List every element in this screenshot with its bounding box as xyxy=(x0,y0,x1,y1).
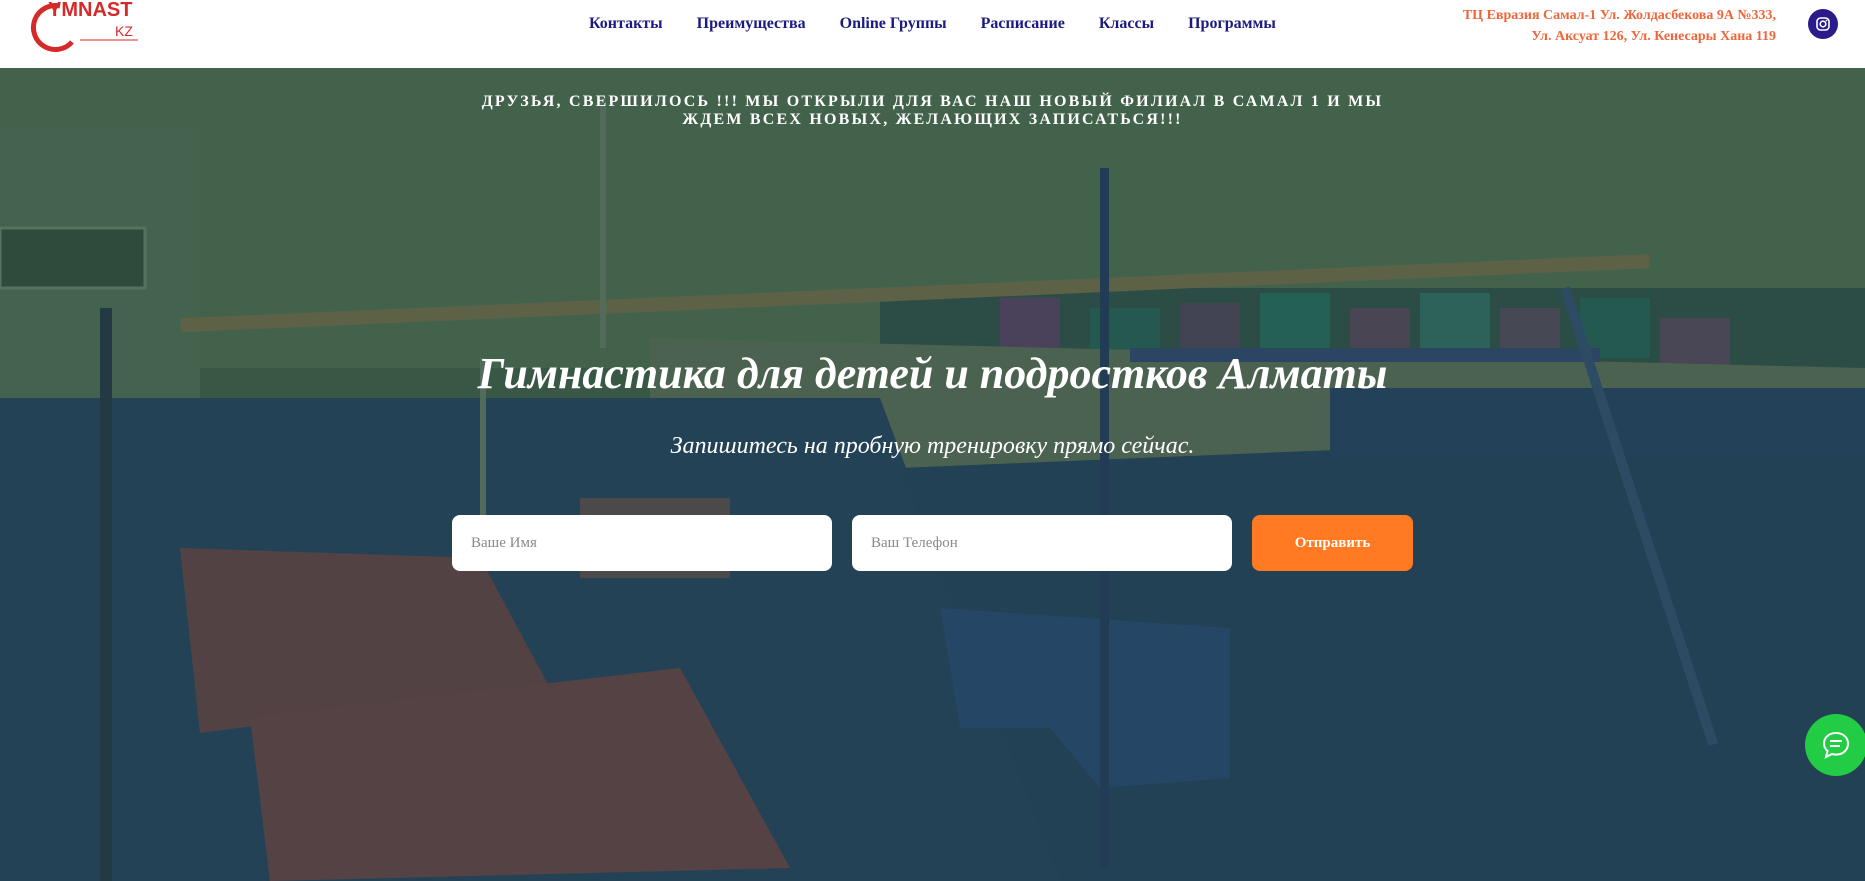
site-header: YMNAST KZ Контакты Преимущества Online Г… xyxy=(0,0,1865,68)
gymnast-logo[interactable]: YMNAST KZ xyxy=(20,0,150,58)
nav-advantages[interactable]: Преимущества xyxy=(697,15,806,33)
logo-sub: KZ xyxy=(115,23,133,39)
main-nav: Контакты Преимущества Online Группы Расп… xyxy=(589,0,1310,48)
hero-subtitle: Запишитесь на пробную тренировку прямо с… xyxy=(670,433,1195,459)
hero-title: Гимнастика для детей и подростков Алматы xyxy=(477,349,1388,398)
submit-button[interactable]: Отправить xyxy=(1252,515,1413,571)
address-line-2: Ул. Аксуат 126, Ул. Кенесары Хана 119 xyxy=(1531,29,1776,44)
logo-graphic: YMNAST KZ xyxy=(30,0,138,53)
nav-programs[interactable]: Программы xyxy=(1188,15,1276,33)
nav-online-groups[interactable]: Online Группы xyxy=(840,15,947,33)
chat-icon xyxy=(1822,731,1850,759)
announcement-banner: ДРУЗЬЯ, СВЕРШИЛОСЬ !!! МЫ ОТКРЫЛИ ДЛЯ ВА… xyxy=(481,93,1384,128)
phone-input[interactable] xyxy=(852,515,1232,571)
logo-text: YMNAST xyxy=(48,0,132,21)
nav-schedule[interactable]: Расписание xyxy=(981,15,1065,33)
nav-contacts[interactable]: Контакты xyxy=(589,15,663,33)
nav-classes[interactable]: Классы xyxy=(1099,15,1154,33)
address-block: ТЦ Евразия Самал-1 Ул. Жолдасбекова 9А №… xyxy=(1463,5,1776,47)
instagram-button[interactable] xyxy=(1808,9,1838,39)
instagram-icon xyxy=(1816,17,1830,31)
gym-background-image xyxy=(0,68,1865,881)
name-input[interactable] xyxy=(452,515,832,571)
chat-button[interactable] xyxy=(1805,714,1865,776)
address-line-1: ТЦ Евразия Самал-1 Ул. Жолдасбекова 9А №… xyxy=(1462,8,1776,23)
hero-section: ДРУЗЬЯ, СВЕРШИЛОСЬ !!! МЫ ОТКРЫЛИ ДЛЯ ВА… xyxy=(0,68,1865,881)
